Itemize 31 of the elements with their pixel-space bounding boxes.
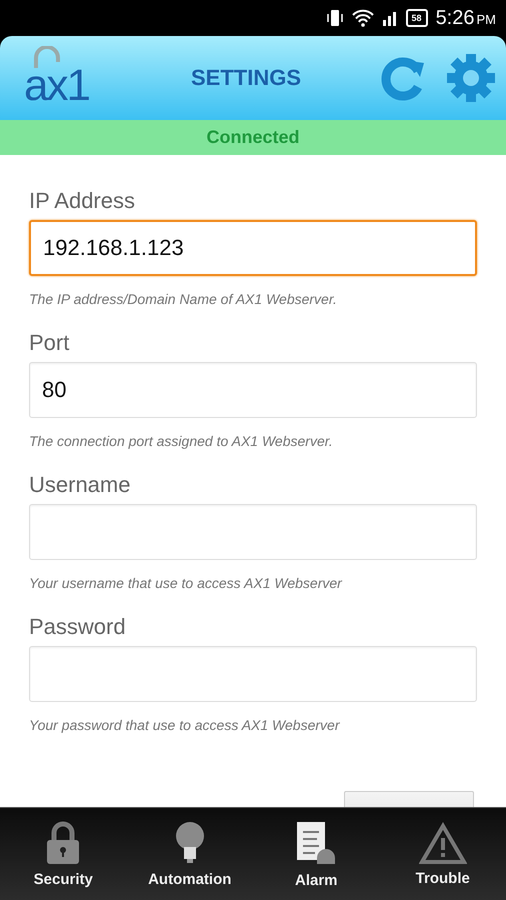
warning-icon bbox=[418, 822, 467, 864]
input-field[interactable] bbox=[29, 646, 477, 702]
help-text: Your username that use to access AX1 Webserver bbox=[29, 574, 344, 592]
lock-icon bbox=[45, 820, 82, 864]
input-field[interactable]: 80 bbox=[29, 362, 477, 418]
lightbulb-icon bbox=[174, 820, 206, 864]
input-field[interactable] bbox=[29, 504, 477, 560]
battery-level: 58 bbox=[406, 9, 428, 27]
help-text: The IP address/Domain Name of AX1 Webserver. bbox=[29, 290, 338, 308]
field-label: IP Address bbox=[29, 188, 136, 214]
tab[interactable]: Security bbox=[0, 808, 126, 900]
help-text: The connection port assigned to AX1 Webserver. bbox=[29, 432, 334, 450]
page-title: SETTINGS bbox=[190, 65, 302, 91]
field-label: Port bbox=[29, 330, 70, 356]
input-field[interactable]: 192.168.1.123 bbox=[29, 220, 477, 276]
clock-ampm: PM bbox=[476, 12, 496, 26]
tab[interactable]: Automation bbox=[126, 808, 253, 900]
field-label: Password bbox=[29, 614, 127, 640]
field-label: Username bbox=[29, 472, 132, 498]
wifi-icon bbox=[352, 9, 374, 27]
connection-status: Connected bbox=[206, 127, 300, 148]
vibrate-icon bbox=[326, 9, 344, 27]
settings-icon[interactable] bbox=[446, 53, 496, 103]
lock-shackle-icon bbox=[32, 46, 62, 68]
help-text: Your password that use to access AX1 Webserver bbox=[29, 716, 341, 734]
tab[interactable]: Trouble bbox=[380, 808, 506, 900]
signal-icon bbox=[382, 10, 398, 26]
clock-time: 5:26 bbox=[436, 6, 474, 28]
tab[interactable]: Alarm bbox=[253, 808, 380, 900]
document-alarm-icon bbox=[295, 820, 338, 866]
app-logo: ax1 bbox=[24, 60, 89, 112]
